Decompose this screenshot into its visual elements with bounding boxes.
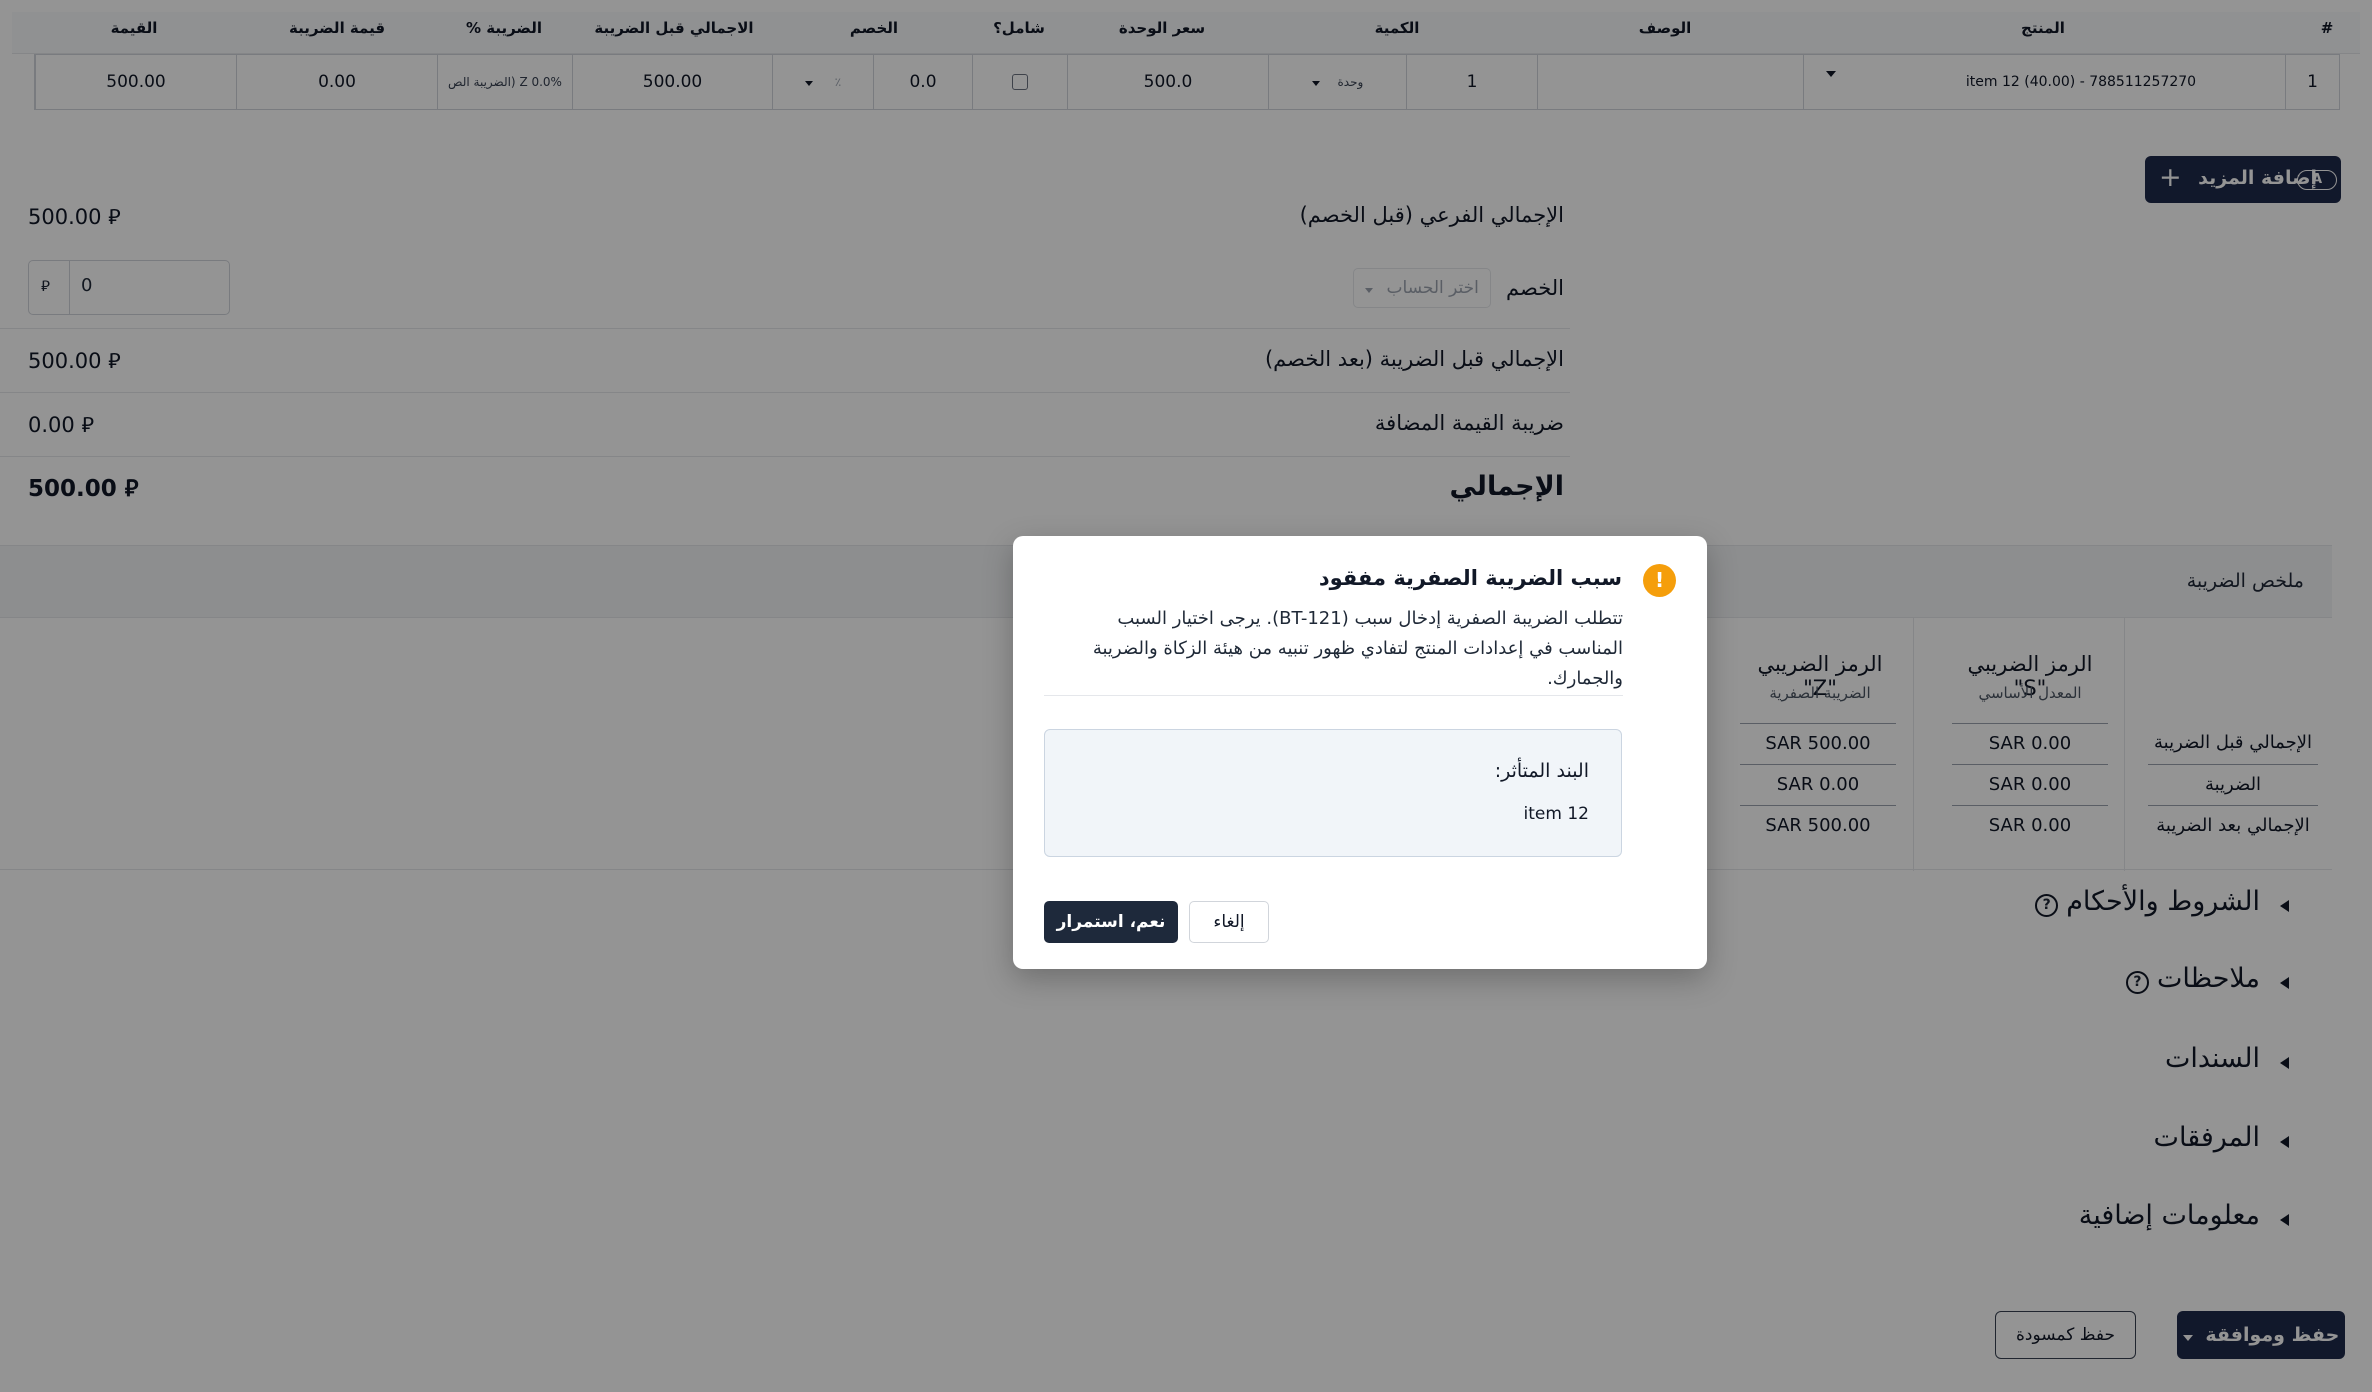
- affected-item-box: البند المتأثر: item 12: [1044, 729, 1622, 857]
- dialog-title: سبب الضريبة الصفرية مفقود: [1318, 566, 1622, 590]
- affected-item-title: البند المتأثر:: [1494, 760, 1589, 782]
- divider: [1044, 695, 1623, 696]
- dialog-message: تتطلب الضريبة الصفرية إدخال سبب (BT-121)…: [1092, 608, 1623, 689]
- warning-icon: !: [1643, 564, 1676, 597]
- confirm-continue-button[interactable]: نعم، استمرار: [1044, 901, 1178, 943]
- affected-item-name: item 12: [1523, 804, 1589, 824]
- zero-tax-reason-dialog: ! سبب الضريبة الصفرية مفقود تتطلب الضريب…: [1013, 536, 1707, 969]
- cancel-button[interactable]: إلغاء: [1189, 901, 1269, 943]
